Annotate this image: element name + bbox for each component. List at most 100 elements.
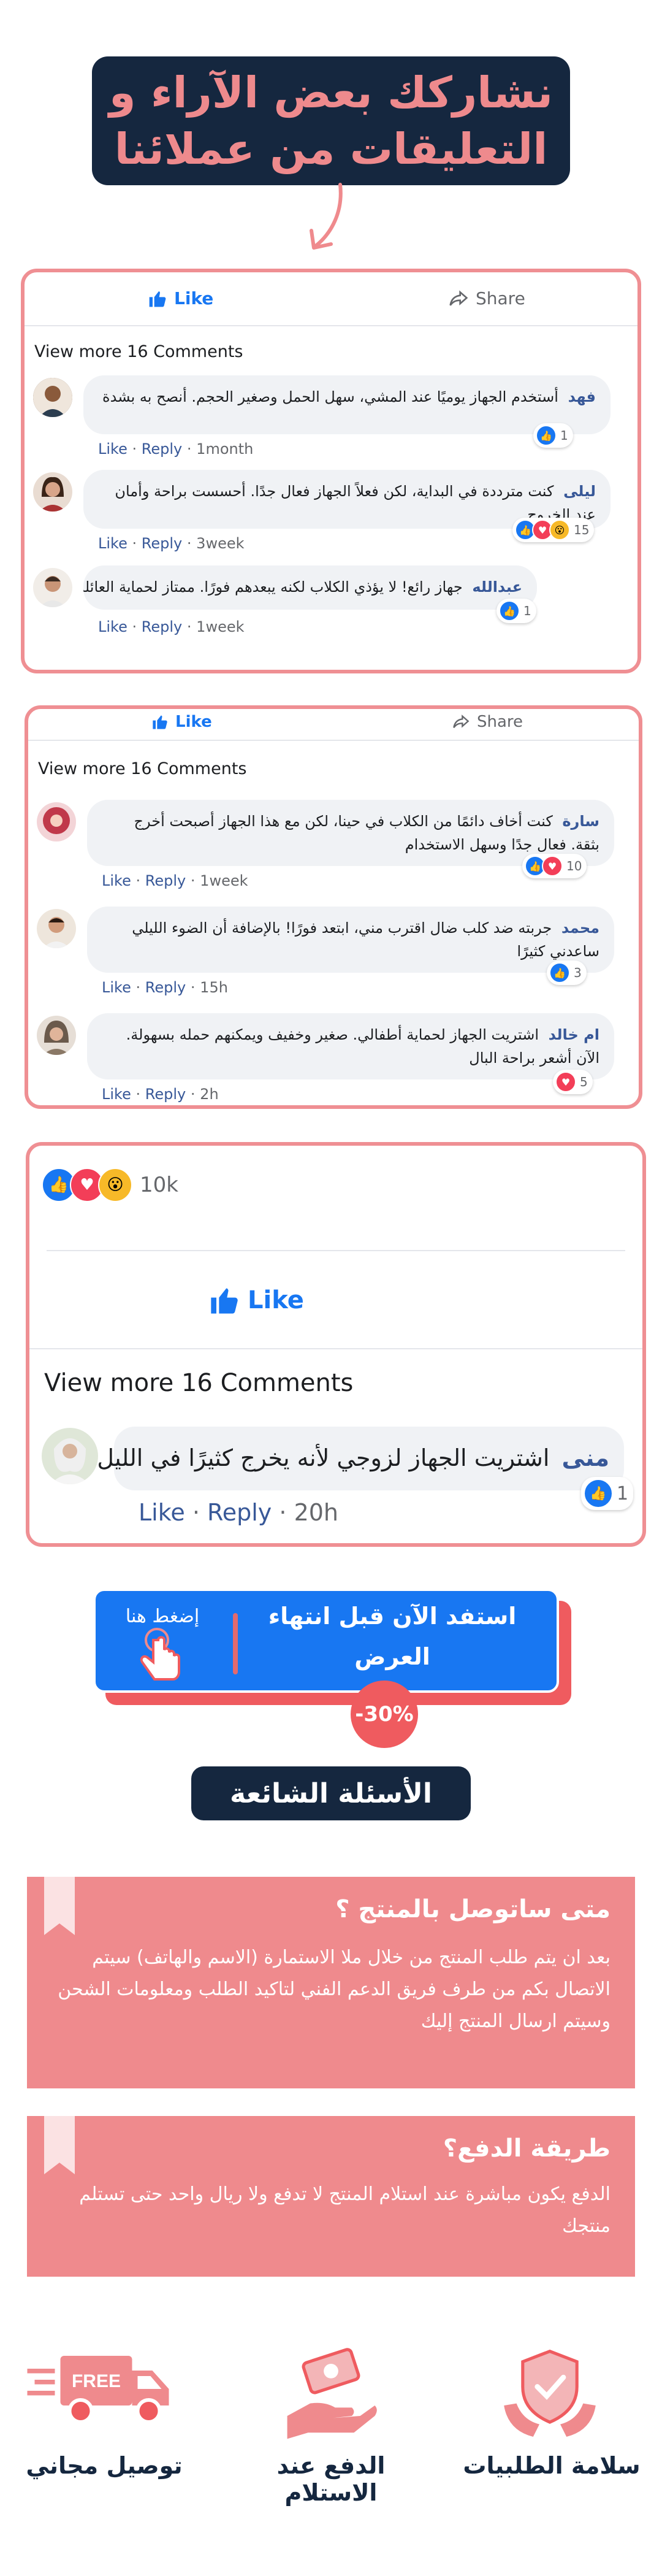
comment-reply-link[interactable]: Reply	[142, 535, 182, 552]
page-header: نشاركك بعض الآراء و التعليقات من عملائنا	[92, 56, 570, 185]
share-arrow-icon	[449, 289, 468, 305]
like-button[interactable]: Like	[147, 288, 213, 309]
cta-main-label: استفد الآن قبل انتهاء العرض	[268, 1603, 517, 1670]
reaction-count: 5	[580, 1075, 588, 1089]
comment-row: ليلى كنت مترددة في البداية، لكن فعلاً ال…	[25, 470, 637, 556]
separator: ·	[186, 618, 192, 635]
like-label: Like	[248, 1286, 304, 1314]
like-reaction-icon: 👍	[499, 600, 520, 621]
discount-badge: -30%	[351, 1681, 418, 1748]
comment-reply-link[interactable]: Reply	[145, 1086, 186, 1103]
comment-actions: Like · Reply · 1week	[98, 618, 245, 635]
reaction-summary[interactable]: 👍 3	[547, 960, 587, 985]
thumbs-up-icon	[211, 1288, 238, 1314]
faq-title: الأسئلة الشائعة	[191, 1766, 471, 1820]
faq-item: متى ساتوصل بالمنتج ؟ بعد ان يتم طلب المن…	[27, 1877, 635, 2088]
fb-action-bar: Like Share	[28, 709, 639, 741]
separator: ·	[132, 535, 137, 552]
like-reaction-icon: 👍	[584, 1479, 613, 1508]
cta-divider	[233, 1613, 238, 1674]
reaction-summary[interactable]: 👍 1	[496, 599, 536, 623]
comment-reply-link[interactable]: Reply	[207, 1499, 272, 1526]
divider	[29, 1348, 642, 1349]
commenter-name[interactable]: ام خالد	[549, 1026, 599, 1043]
avatar	[37, 802, 76, 841]
comment-time: 1month	[196, 440, 254, 458]
comment-text: اشتريت الجهاز لحماية أطفالي. صغير وخفيف …	[126, 1026, 599, 1067]
comment-like-link[interactable]: Like	[98, 440, 127, 458]
separator: ·	[135, 1086, 141, 1103]
separator: ·	[190, 979, 196, 996]
reaction-summary[interactable]: 👍 ♥ 10	[522, 854, 587, 878]
reaction-summary[interactable]: 👍 1	[581, 1477, 634, 1510]
delivery-truck-icon: FREE	[27, 2356, 169, 2424]
reaction-summary[interactable]: 👍 1	[533, 423, 573, 448]
commenter-name[interactable]: ليلى	[563, 483, 596, 500]
header-line-2: التعليقات من عملائنا	[114, 124, 548, 174]
comments-card-2: Like Share View more 16 Comments سارة كن…	[25, 705, 642, 1109]
view-more-comments[interactable]: View more 16 Comments	[44, 1369, 353, 1397]
truck-label: FREE	[72, 2371, 121, 2391]
reaction-count: 1	[523, 604, 531, 618]
separator: ·	[135, 872, 141, 889]
share-button[interactable]: Share	[447, 288, 525, 309]
comment-like-link[interactable]: Like	[102, 979, 131, 996]
wow-reaction-icon: 😮	[98, 1168, 132, 1202]
separator: ·	[132, 618, 137, 635]
divider	[47, 1250, 625, 1251]
reaction-count: 10	[566, 859, 582, 873]
commenter-name[interactable]: سارة	[562, 813, 599, 830]
comment-like-link[interactable]: Like	[98, 535, 127, 552]
comment-text: اشتريت الجهاز لزوجي لأنه يخرج كثيرًا في …	[97, 1444, 550, 1471]
comment-like-link[interactable]: Like	[139, 1499, 185, 1526]
faq-question: طريقة الدفع؟	[443, 2134, 611, 2163]
comment-reply-link[interactable]: Reply	[145, 872, 186, 889]
comment-actions: Like · Reply · 1week	[102, 872, 248, 889]
fb-action-bar: Like Share	[25, 272, 637, 326]
post-reactions[interactable]: 👍 ♥ 😮 10k	[42, 1168, 178, 1202]
reaction-count: 10k	[140, 1173, 178, 1197]
separator: ·	[132, 440, 137, 458]
commenter-name[interactable]: محمد	[561, 919, 599, 937]
comment-like-link[interactable]: Like	[98, 618, 127, 635]
header-line-1: نشاركك بعض الآراء و	[108, 67, 554, 118]
comment-bubble: منى اشتريت الجهاز لزوجي لأنه يخرج كثيرًا…	[97, 1427, 624, 1490]
commenter-name[interactable]: عبدالله	[472, 578, 522, 596]
comment-reply-link[interactable]: Reply	[142, 618, 182, 635]
bookmark-icon	[44, 1877, 75, 1935]
wow-reaction-icon: 😮	[549, 519, 570, 540]
comment-actions: Like · Reply · 20h	[139, 1499, 338, 1526]
comment-row: ام خالد اشتريت الجهاز لحماية أطفالي. صغي…	[28, 1013, 639, 1105]
comment-actions: Like · Reply · 3week	[98, 535, 245, 552]
comment-time: 3week	[196, 535, 245, 552]
thumbs-up-icon	[149, 291, 166, 307]
reaction-summary[interactable]: ♥ 5	[553, 1070, 593, 1094]
separator: ·	[190, 1086, 196, 1103]
comment-actions: Like · Reply · 15h	[102, 979, 228, 996]
commenter-name[interactable]: منى	[562, 1444, 609, 1471]
comment-like-link[interactable]: Like	[102, 1086, 131, 1103]
comments-card-3: 👍 ♥ 😮 10k Like View more 16 Comments منى…	[26, 1142, 646, 1547]
commenter-name[interactable]: فهد	[568, 388, 596, 405]
comment-row: عبدالله جهاز رائع! لا يؤذي الكلاب لكنه ي…	[25, 565, 637, 651]
comment-reply-link[interactable]: Reply	[145, 979, 186, 996]
like-button[interactable]: Like	[207, 1284, 304, 1316]
thumbs-up-icon	[153, 715, 167, 729]
comment-like-link[interactable]: Like	[102, 872, 131, 889]
comment-time: 15h	[200, 979, 228, 996]
avatar	[33, 568, 72, 607]
bookmark-icon	[44, 2116, 75, 2174]
cash-hand-icon	[287, 2348, 377, 2439]
like-button[interactable]: Like	[151, 713, 212, 731]
comment-time: 2h	[200, 1086, 219, 1103]
comment-actions: Like · Reply · 1month	[98, 440, 253, 458]
comment-bubble: عبدالله جهاز رائع! لا يؤذي الكلاب لكنه ي…	[83, 565, 537, 610]
reaction-summary[interactable]: 👍 ♥ 😮 15	[512, 518, 595, 542]
view-more-comments[interactable]: View more 16 Comments	[34, 342, 243, 361]
share-button[interactable]: Share	[451, 713, 523, 731]
view-more-comments[interactable]: View more 16 Comments	[38, 759, 246, 778]
feature-label: توصيل مجاني	[26, 2452, 183, 2479]
comment-reply-link[interactable]: Reply	[142, 440, 182, 458]
like-label: Like	[174, 288, 214, 309]
comment-row: سارة كنت أخاف دائمًا من الكلاب في حينا، …	[28, 800, 639, 892]
